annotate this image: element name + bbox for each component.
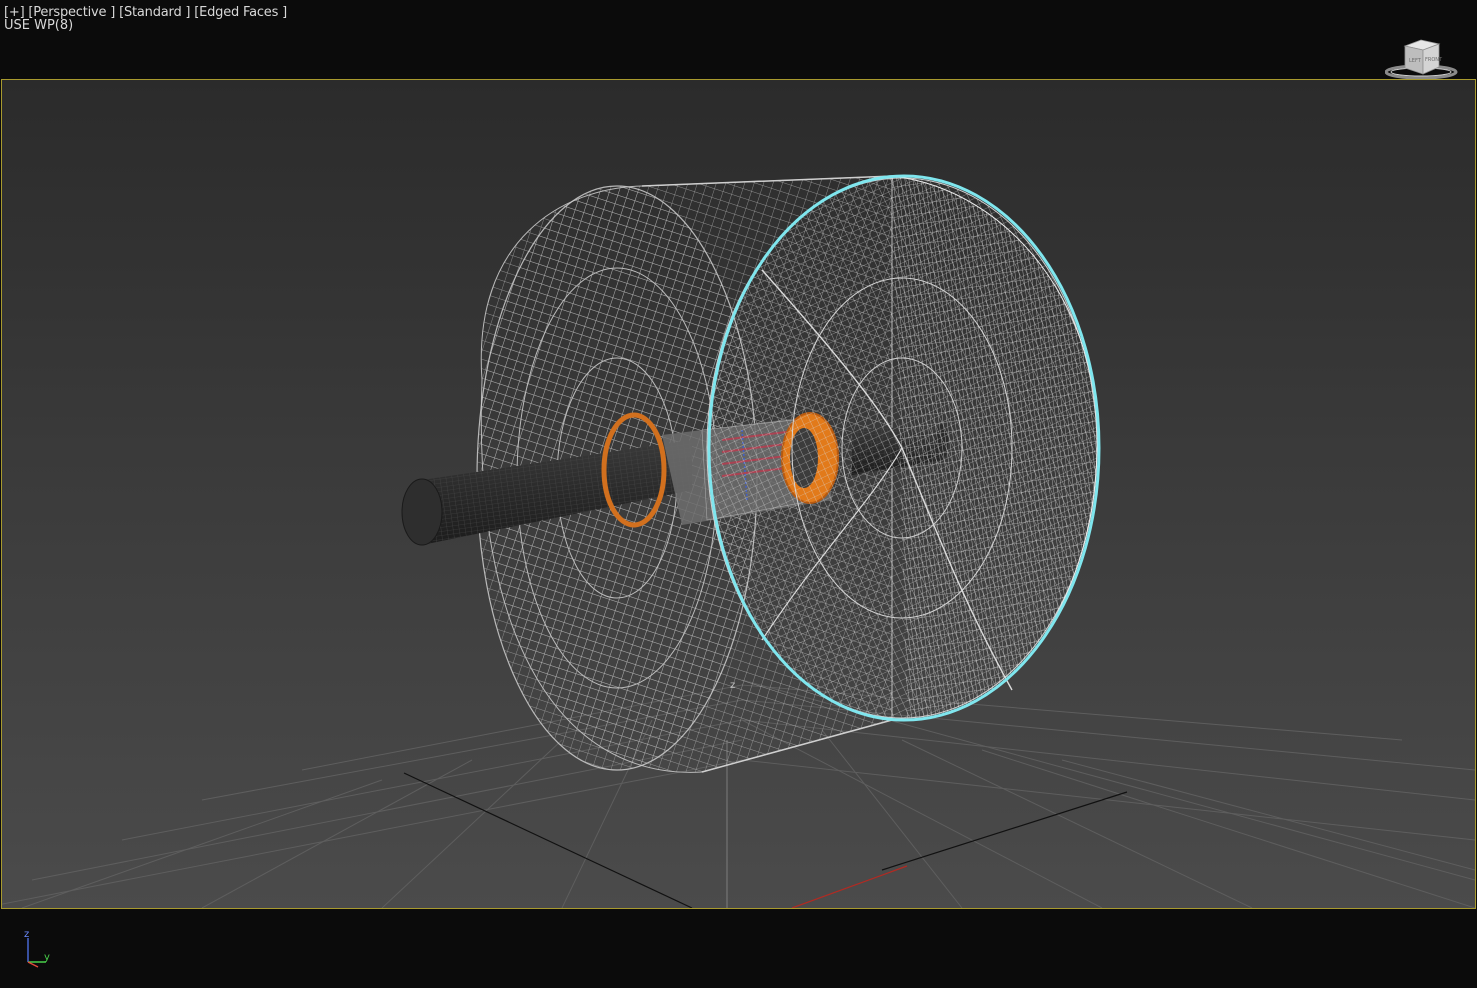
axis-y-label: y [44, 952, 50, 963]
world-axis-lines [403, 740, 1128, 908]
axis-z-label: z [24, 929, 29, 940]
axis-tripod: z y [20, 926, 60, 970]
drum-wheel[interactable] [401, 174, 1101, 773]
viewport-shading-menu[interactable]: [Standard ] [119, 5, 190, 20]
viewcube-face-front[interactable]: FRONT [1425, 57, 1443, 63]
perspective-viewport[interactable]: z [1, 79, 1476, 909]
viewport-edges-menu[interactable]: [Edged Faces ] [194, 5, 287, 20]
workplane-indicator: USE WP(8) [4, 18, 74, 33]
viewcube-icon[interactable]: LEFT FRONT [1384, 36, 1461, 82]
viewport-window[interactable]: [+] [Perspective ] [Standard ] [Edged Fa… [0, 0, 1477, 988]
viewcube-face-left[interactable]: LEFT [1409, 58, 1422, 64]
